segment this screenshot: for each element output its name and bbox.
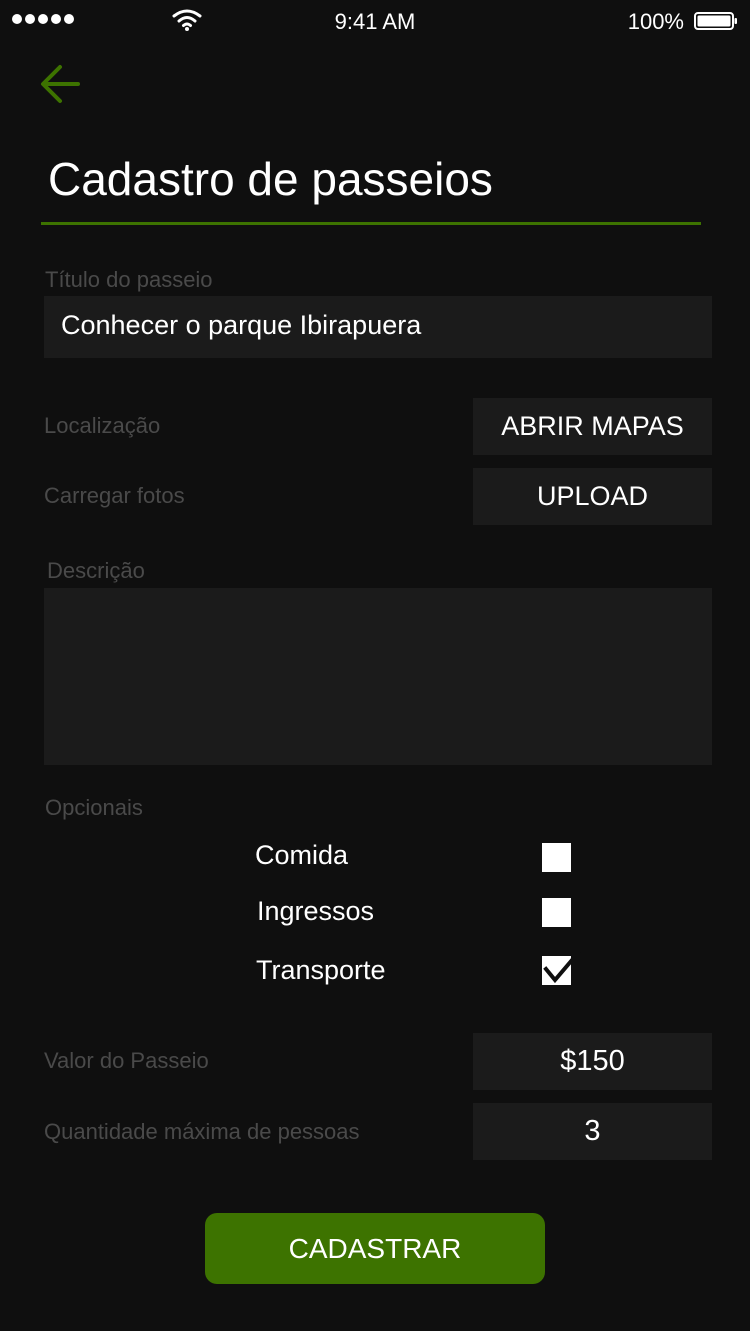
- valor-input[interactable]: $150: [473, 1033, 712, 1090]
- option-label-transporte: Transporte: [256, 955, 386, 985]
- quantidade-input[interactable]: 3: [473, 1103, 712, 1160]
- battery-icon: [694, 12, 737, 30]
- titulo-label: Título do passeio: [45, 267, 213, 292]
- status-bar: 9:41 AM 100%: [0, 0, 750, 44]
- open-maps-button[interactable]: ABRIR MAPAS: [473, 398, 712, 455]
- upload-button[interactable]: UPLOAD: [473, 468, 712, 525]
- option-label-comida: Comida: [255, 840, 349, 870]
- localizacao-label: Localização: [44, 413, 161, 438]
- descricao-label: Descrição: [47, 558, 145, 583]
- option-label-ingressos: Ingressos: [257, 896, 375, 926]
- arrow-left-icon[interactable]: [38, 62, 82, 106]
- descricao-textarea[interactable]: [44, 588, 712, 765]
- opcionais-label: Opcionais: [45, 795, 143, 820]
- checkbox-comida[interactable]: [542, 843, 571, 872]
- title-divider: [41, 222, 701, 225]
- submit-button[interactable]: CADASTRAR: [205, 1213, 545, 1284]
- titulo-input[interactable]: Conhecer o parque Ibirapuera: [44, 296, 712, 358]
- quantidade-label: Quantidade máxima de pessoas: [44, 1119, 360, 1144]
- checkbox-transporte[interactable]: [542, 951, 581, 985]
- checkmark-icon: [543, 951, 581, 984]
- battery-percentage: 100%: [627, 9, 684, 34]
- valor-label: Valor do Passeio: [44, 1048, 209, 1073]
- titulo-input-value: Conhecer o parque Ibirapuera: [61, 310, 422, 340]
- fotos-label: Carregar fotos: [44, 483, 185, 508]
- page-title: Cadastro de passeios: [48, 153, 493, 205]
- checkbox-ingressos[interactable]: [542, 898, 571, 927]
